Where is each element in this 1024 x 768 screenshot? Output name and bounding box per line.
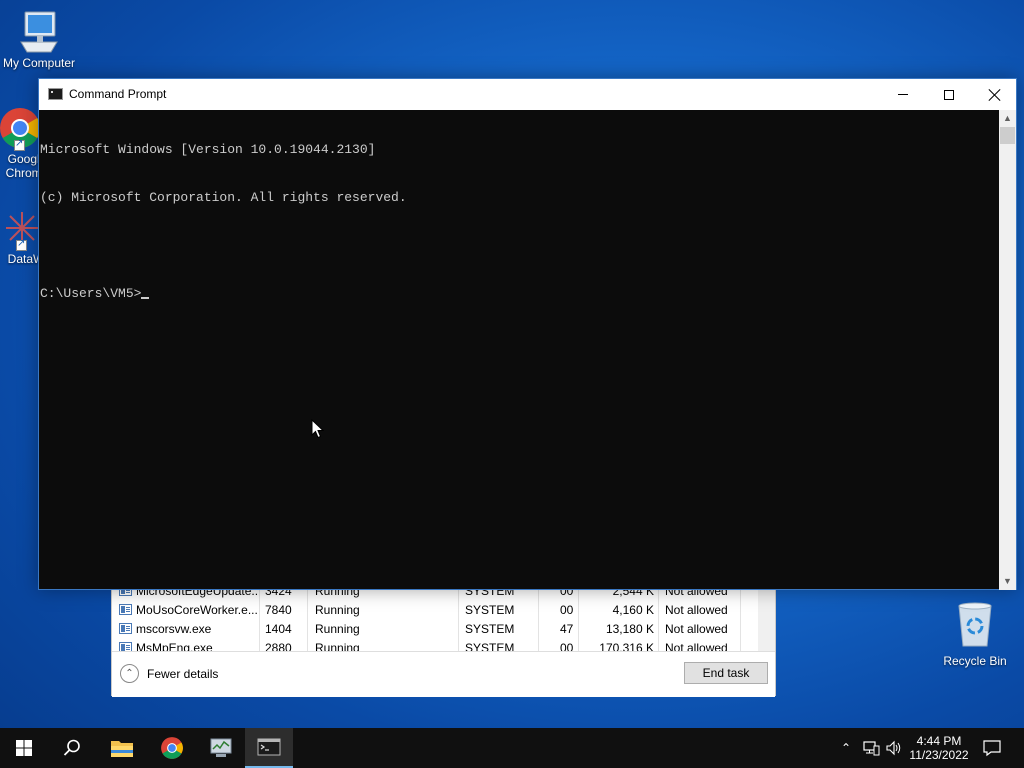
console-line: (c) Microsoft Corporation. All rights re… xyxy=(40,190,407,205)
folder-icon xyxy=(111,741,133,757)
process-cpu: 00 xyxy=(560,603,574,617)
process-user: SYSTEM xyxy=(465,622,515,636)
network-button[interactable] xyxy=(858,728,884,768)
search-button[interactable] xyxy=(48,728,96,768)
console-prompt: C:\Users\VM5> xyxy=(40,286,142,301)
clock-time: 4:44 PM xyxy=(916,734,962,748)
mouse-pointer-icon xyxy=(311,419,325,439)
shortcut-arrow-icon xyxy=(16,238,27,251)
process-uac: Not allowed xyxy=(665,622,728,636)
command-prompt-icon xyxy=(257,738,281,756)
desktop-icon-label: My Computer xyxy=(2,56,76,70)
command-prompt-window[interactable]: Command Prompt Microsoft Windows [Versio… xyxy=(38,78,1017,590)
windows-logo-icon xyxy=(16,740,32,756)
taskbar: ⌃ 4:44 PM 11/23/2022 xyxy=(0,728,1024,768)
chevron-up-icon: ⌃ xyxy=(840,741,852,755)
chevron-up-icon: ⌃ xyxy=(120,664,139,683)
minimize-icon xyxy=(898,94,908,95)
chrome-icon xyxy=(161,737,183,759)
close-button[interactable] xyxy=(972,79,1018,110)
taskbar-command-prompt[interactable] xyxy=(245,728,293,768)
scroll-up-icon[interactable]: ▲ xyxy=(999,110,1016,127)
scroll-down-icon[interactable]: ▼ xyxy=(999,573,1016,590)
text-cursor xyxy=(141,297,150,299)
process-name: MoUsoCoreWorker.e... xyxy=(136,603,258,617)
notification-icon xyxy=(983,740,1001,757)
process-icon xyxy=(119,604,132,615)
desktop-icon-label: Recycle Bin xyxy=(943,654,1007,668)
shortcut-arrow-icon xyxy=(14,138,25,151)
clock-date: 11/23/2022 xyxy=(909,748,969,762)
window-title: Command Prompt xyxy=(69,87,167,101)
process-pid: 7840 xyxy=(265,603,292,617)
recycle-bin-icon xyxy=(958,602,992,647)
fewer-details-toggle[interactable]: ⌃ Fewer details xyxy=(120,664,218,683)
maximize-button[interactable] xyxy=(926,79,972,110)
vertical-scrollbar[interactable]: ▲ ▼ xyxy=(999,110,1016,590)
clock[interactable]: 4:44 PM 11/23/2022 xyxy=(906,728,972,768)
fewer-details-label: Fewer details xyxy=(147,666,219,681)
scrollbar-thumb[interactable] xyxy=(1000,127,1015,144)
task-manager-footer: ⌃ Fewer details End task xyxy=(112,651,775,697)
process-status: Running xyxy=(315,622,360,636)
close-icon xyxy=(989,89,1001,101)
taskbar-chrome[interactable] xyxy=(148,728,196,768)
desktop-icon-recycle-bin[interactable]: Recycle Bin xyxy=(936,600,1014,668)
process-pid: 1404 xyxy=(265,622,292,636)
computer-icon xyxy=(20,11,58,53)
start-button[interactable] xyxy=(0,728,48,768)
taskbar-file-explorer[interactable] xyxy=(98,728,146,768)
console-prompt-line[interactable]: C:\Users\VM5> xyxy=(40,286,999,302)
show-hidden-icons-button[interactable]: ⌃ xyxy=(834,728,858,768)
table-row[interactable]: mscorsvw.exe 1404 Running SYSTEM 47 13,1… xyxy=(112,619,774,638)
process-cpu: 47 xyxy=(560,622,574,636)
speaker-icon xyxy=(886,740,901,756)
process-uac: Not allowed xyxy=(665,603,728,617)
end-task-button[interactable]: End task xyxy=(684,662,768,684)
volume-button[interactable] xyxy=(882,728,906,768)
console-output[interactable]: Microsoft Windows [Version 10.0.19044.21… xyxy=(39,110,999,590)
command-prompt-icon[interactable] xyxy=(48,88,63,100)
taskbar-task-manager[interactable] xyxy=(197,728,245,768)
table-row[interactable]: MoUsoCoreWorker.e... 7840 Running SYSTEM… xyxy=(112,600,774,619)
process-user: SYSTEM xyxy=(465,603,515,617)
action-center-button[interactable] xyxy=(972,728,1012,768)
minimize-button[interactable] xyxy=(880,79,926,110)
title-bar[interactable]: Command Prompt xyxy=(39,79,1016,110)
process-name: mscorsvw.exe xyxy=(136,622,212,636)
maximize-icon xyxy=(944,89,954,100)
desktop-icon-my-computer[interactable]: My Computer xyxy=(0,8,78,70)
console-line: Microsoft Windows [Version 10.0.19044.21… xyxy=(40,142,376,157)
network-icon xyxy=(863,741,880,756)
process-status: Running xyxy=(315,603,360,617)
task-manager-icon xyxy=(210,738,232,757)
process-icon xyxy=(119,623,132,634)
process-memory: 13,180 K xyxy=(605,622,654,636)
process-memory: 4,160 K xyxy=(612,603,654,617)
search-icon xyxy=(63,739,80,756)
